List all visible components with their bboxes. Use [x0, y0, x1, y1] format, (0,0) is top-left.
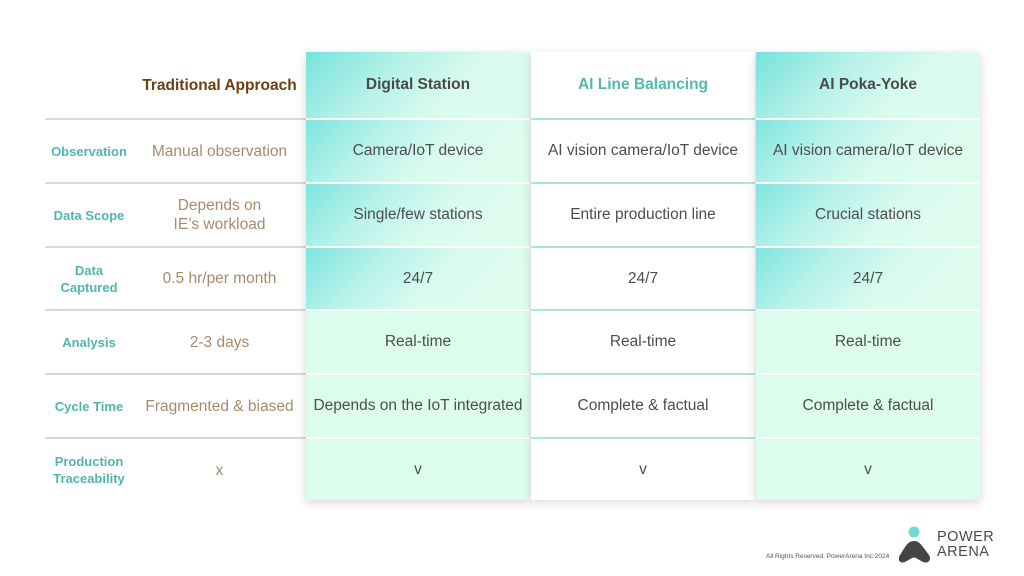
digital-station-data-captured: 24/7	[306, 248, 530, 311]
header-digital-station: Digital Station	[306, 52, 530, 120]
logo-wordmark: POWER ARENA	[937, 530, 994, 560]
row-label-observation: Observation	[51, 143, 127, 159]
header-ai-line-balancing: AI Line Balancing	[531, 52, 755, 118]
traditional-observation: Manual observation	[151, 142, 288, 160]
traditional-analysis: 2-3 days	[189, 333, 250, 351]
copyright-text: All Rights Reserved. PowerArena Inc 2024	[766, 553, 890, 560]
logo-line-arena: ARENA	[937, 544, 990, 560]
row-label-analysis: Analysis	[62, 334, 116, 350]
traditional-traceability: x	[215, 461, 224, 479]
digital-station-data-scope: Single/few stations	[306, 184, 530, 248]
row-label-production-traceability: Production Traceability	[53, 454, 125, 486]
header-ai-poka-yoke: AI Poka-Yoke	[756, 52, 980, 120]
ai-poka-yoke-observation: AI vision camera/IoT device	[756, 120, 980, 184]
row-label-cycle-time: Cycle Time	[54, 398, 124, 414]
ai-poka-yoke-data-captured: 24/7	[756, 248, 980, 311]
digital-station-traceability: v	[306, 439, 530, 500]
ai-line-balancing-analysis: Real-time	[531, 311, 755, 373]
ai-poka-yoke-data-scope: Crucial stations	[756, 184, 980, 248]
column-digital-station: Digital Station Camera/IoT device Single…	[306, 52, 530, 500]
traditional-cycle-time: Fragmented & biased	[145, 397, 294, 415]
ai-line-balancing-data-captured: 24/7	[531, 248, 755, 309]
ai-poka-yoke-traceability: v	[756, 439, 980, 500]
traditional-data-scope: Depends on IE’s workload	[173, 197, 266, 233]
column-ai-poka-yoke: AI Poka-Yoke AI vision camera/IoT device…	[756, 52, 980, 500]
powerarena-logo-icon	[899, 526, 931, 563]
digital-station-cycle-time: Depends on the IoT integrated	[306, 375, 530, 439]
digital-station-analysis: Real-time	[306, 311, 530, 375]
header-traditional-approach: Traditional Approach	[142, 76, 297, 94]
row-label-data-scope: Data Scope	[53, 207, 125, 223]
digital-station-observation: Camera/IoT device	[306, 120, 530, 184]
ai-line-balancing-traceability: v	[531, 439, 755, 500]
logo-line-power: POWER	[937, 529, 995, 545]
row-label-data-captured: Data Captured	[60, 262, 118, 295]
ai-line-balancing-data-scope: Entire production line	[531, 184, 755, 246]
ai-poka-yoke-analysis: Real-time	[756, 311, 980, 375]
column-ai-line-balancing: AI Line Balancing AI vision camera/IoT d…	[531, 52, 755, 500]
traditional-data-captured: 0.5 hr/per month	[162, 270, 277, 287]
ai-line-balancing-observation: AI vision camera/IoT device	[531, 120, 755, 182]
ai-poka-yoke-cycle-time: Complete & factual	[756, 375, 980, 439]
ai-line-balancing-cycle-time: Complete & factual	[531, 375, 755, 437]
